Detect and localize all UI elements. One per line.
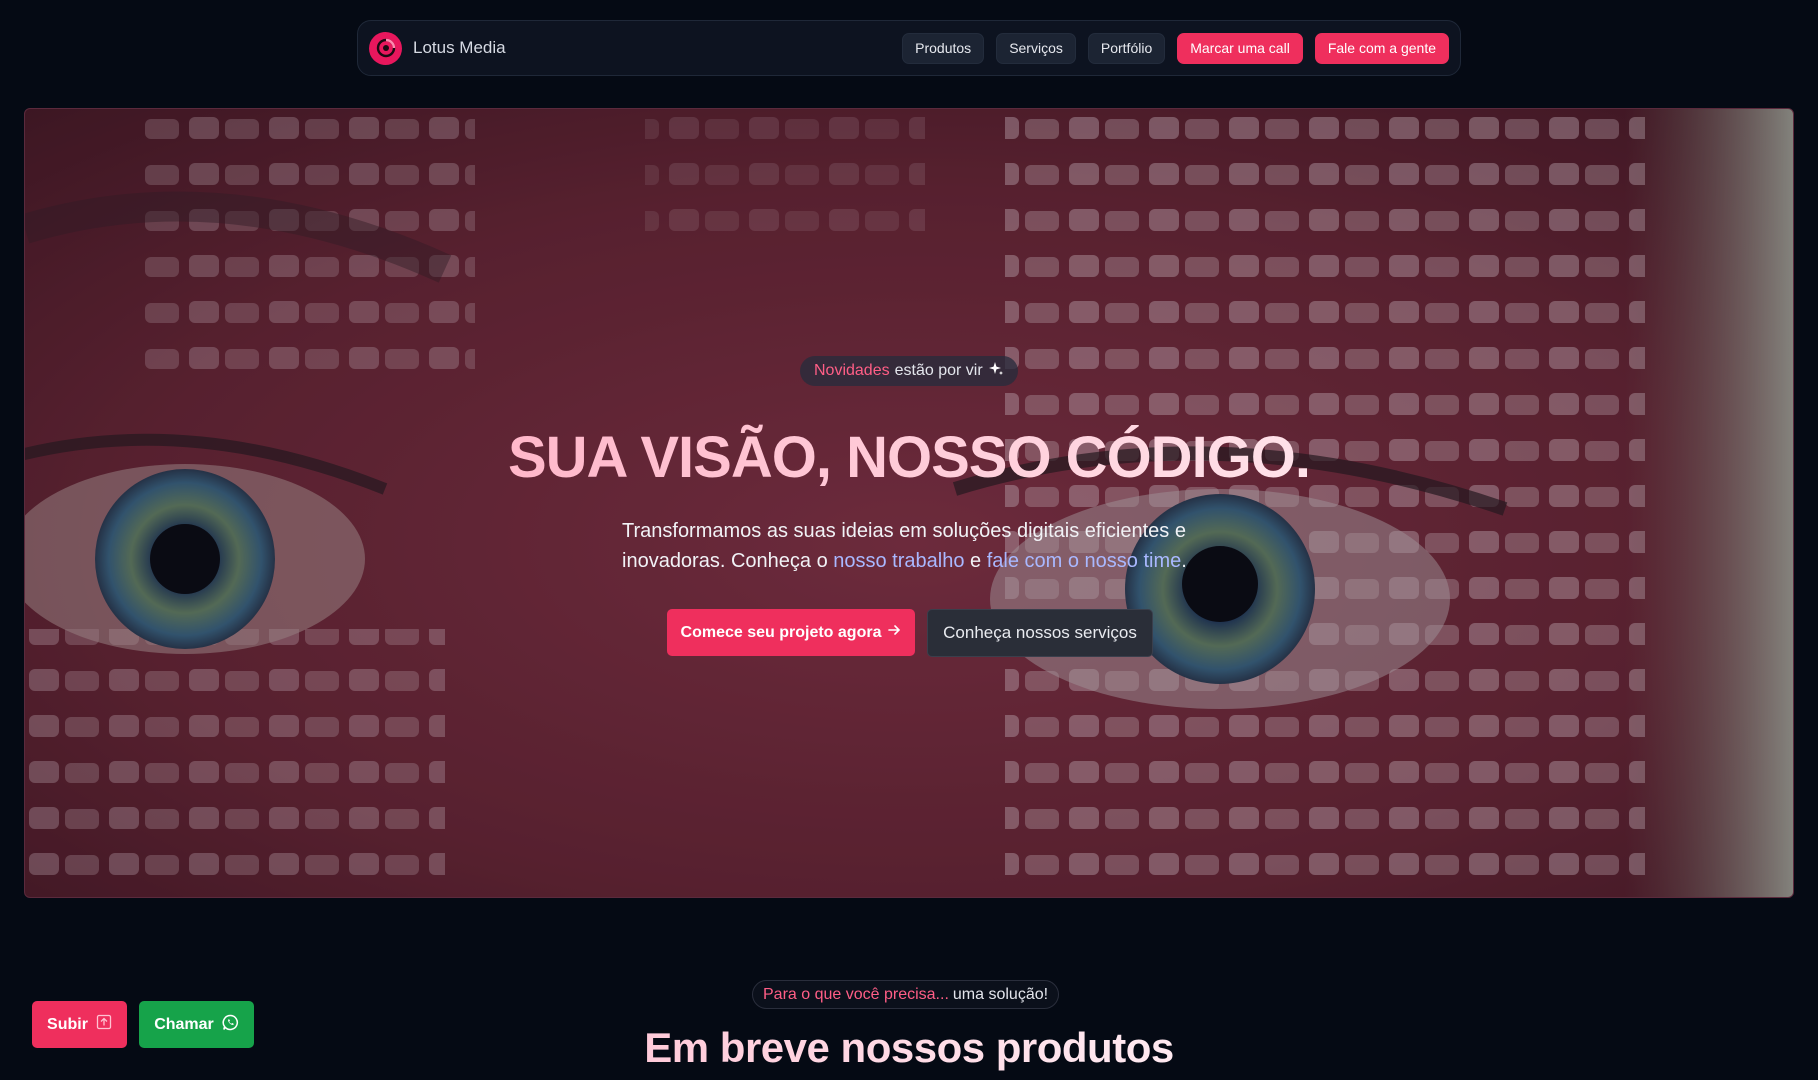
whatsapp-icon — [222, 1014, 239, 1036]
call-label: Chamar — [154, 1015, 214, 1033]
brand-name: Lotus Media — [413, 38, 506, 57]
talk-to-team-link[interactable]: fale com o nosso time — [987, 550, 1182, 572]
nav-link-servicos[interactable]: Serviços — [996, 32, 1076, 64]
schedule-call-button[interactable]: Marcar uma call — [1177, 32, 1303, 64]
section-title: Em breve nossos produtos — [0, 1022, 1818, 1074]
subtitle-text: . — [1181, 550, 1187, 572]
hero-section: Novidades estão por vir SUA VISÃO, NOSSO… — [24, 108, 1794, 898]
section-tag: Para o que você precisa... uma solução! — [752, 980, 1060, 1009]
scroll-up-button[interactable]: Subir — [32, 1001, 127, 1048]
top-navbar: Lotus Media Produtos Serviços Portfólio … — [357, 20, 1461, 76]
news-badge: Novidades estão por vir — [800, 356, 1018, 386]
arrow-right-icon — [887, 623, 901, 642]
our-services-button[interactable]: Conheça nossos serviços — [927, 609, 1153, 657]
sparkles-icon — [988, 361, 1004, 382]
badge-text: estão por vir — [894, 362, 983, 379]
brand[interactable]: Lotus Media — [369, 31, 506, 65]
subtitle-text: e — [964, 550, 987, 572]
badge-highlight: Novidades — [814, 362, 890, 379]
whatsapp-call-button[interactable]: Chamar — [139, 1001, 254, 1048]
nav-link-produtos[interactable]: Produtos — [902, 32, 985, 64]
lotus-logo-icon — [369, 31, 402, 65]
hero-subtitle: Transformamos as suas ideias em soluções… — [622, 516, 1202, 576]
start-project-label: Comece seu projeto agora — [680, 623, 882, 641]
scroll-up-label: Subir — [47, 1015, 88, 1033]
nav-links: Produtos Serviços Portfólio Marcar uma c… — [902, 32, 1449, 64]
hero-title: SUA VISÃO, NOSSO CÓDIGO. — [25, 424, 1793, 491]
start-project-button[interactable]: Comece seu projeto agora — [667, 609, 915, 656]
section-tag-text: uma solução! — [952, 985, 1049, 1003]
contact-us-button[interactable]: Fale com a gente — [1314, 32, 1449, 64]
section-tag-highlight: Para o que você precisa... — [763, 985, 949, 1003]
our-work-link[interactable]: nosso trabalho — [833, 550, 964, 572]
section-title-line2: to — [0, 1070, 1818, 1080]
hero-content: Novidades estão por vir SUA VISÃO, NOSSO… — [25, 109, 1793, 897]
nav-link-portfolio[interactable]: Portfólio — [1087, 32, 1166, 64]
arrow-up-square-icon — [96, 1014, 112, 1035]
